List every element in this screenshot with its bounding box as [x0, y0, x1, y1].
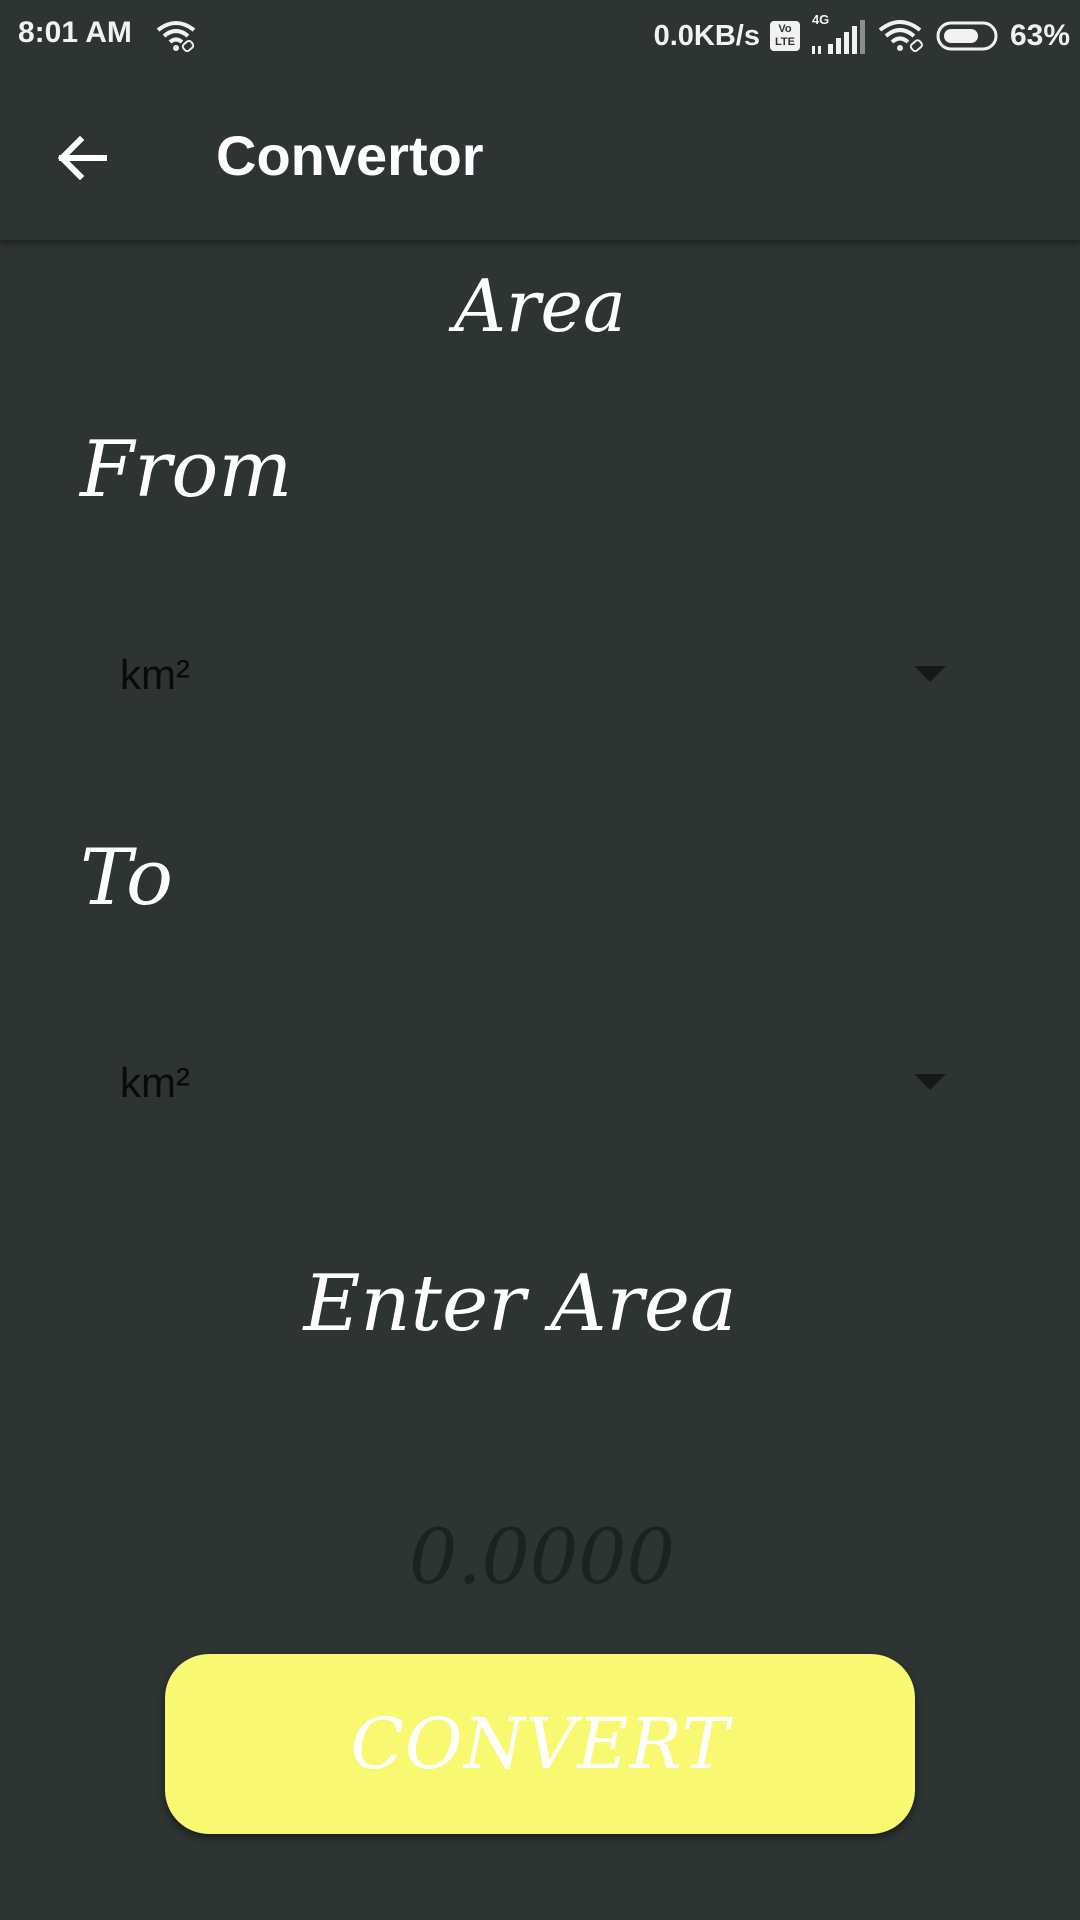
- volte-label-bottom: LTE: [774, 36, 795, 48]
- back-button[interactable]: [52, 128, 112, 188]
- battery-percent: 63%: [1009, 19, 1070, 52]
- wifi-icon: [878, 20, 923, 53]
- app-title: Convertor: [216, 124, 484, 187]
- battery-icon: [936, 21, 998, 51]
- status-time: 8:01 AM: [18, 16, 132, 49]
- from-unit-spinner[interactable]: km²: [100, 624, 960, 724]
- arrow-left-icon: [57, 135, 107, 181]
- to-label: To: [80, 833, 173, 923]
- wifi-link-icon: [156, 21, 196, 53]
- section-title: Area: [454, 264, 626, 348]
- dropdown-arrow-icon: [914, 1074, 946, 1090]
- from-unit-value: km²: [120, 651, 190, 698]
- to-unit-value: km²: [120, 1059, 190, 1106]
- from-label: From: [80, 425, 293, 515]
- app-bar: Convertor: [0, 72, 1080, 240]
- network-speed: 0.0KB/s: [653, 19, 760, 52]
- area-input[interactable]: [240, 1500, 844, 1612]
- to-unit-spinner[interactable]: km²: [100, 1032, 960, 1132]
- dropdown-arrow-icon: [914, 666, 946, 682]
- status-right-group: 0.0KB/s Vo LTE 4G 63%: [653, 12, 1070, 58]
- convert-button[interactable]: CONVERT: [165, 1654, 915, 1834]
- signal-icon: 4G: [810, 12, 868, 56]
- volte-label-top: Vo: [778, 23, 792, 35]
- status-bar: 8:01 AM 0.0KB/s Vo LTE 4G 63%: [0, 0, 1080, 72]
- volte-icon: Vo LTE: [769, 21, 800, 51]
- enter-area-label: Enter Area: [303, 1259, 737, 1349]
